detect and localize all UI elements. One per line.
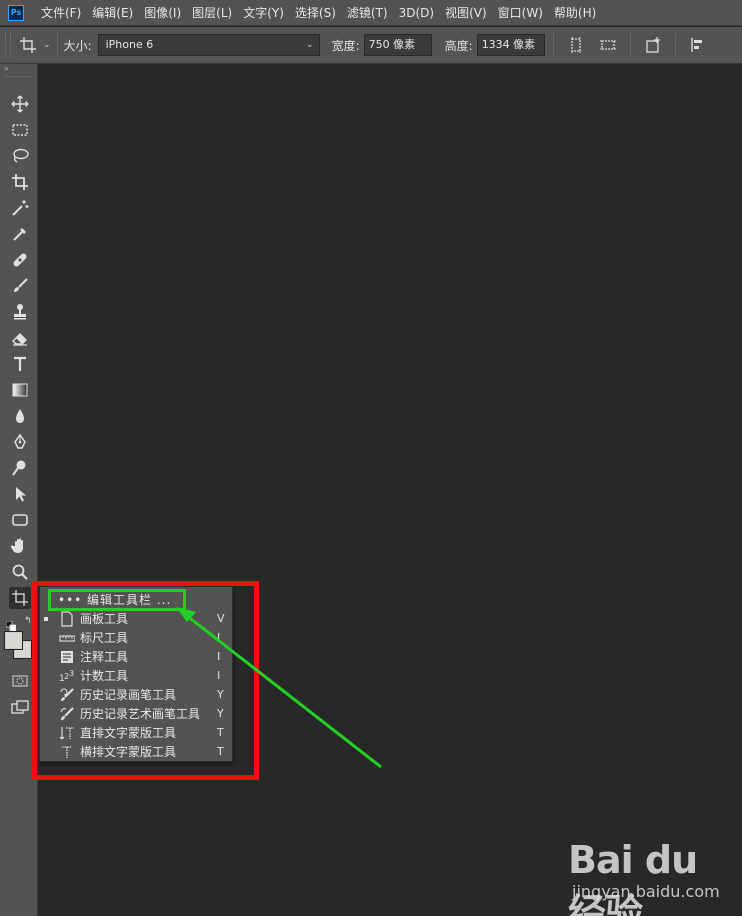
foreground-color-swatch[interactable]	[5, 632, 22, 649]
make-landscape-icon[interactable]	[599, 36, 617, 54]
height-field[interactable]: 1334 像素	[476, 34, 545, 56]
tools-panel-grip[interactable]	[5, 76, 32, 82]
menu-file[interactable]: 文件(F)	[41, 4, 81, 21]
move-tool-icon[interactable]	[9, 93, 31, 115]
add-artboard-icon[interactable]	[644, 36, 662, 54]
chevron-down-icon: ⌄	[43, 40, 51, 50]
collapse-panel-icon[interactable]: »	[0, 64, 37, 74]
width-field[interactable]: 750 像素	[363, 34, 432, 56]
gradient-tool-icon[interactable]	[9, 379, 31, 401]
make-portrait-icon[interactable]	[567, 36, 585, 54]
chevron-down-icon: ⌄	[306, 40, 314, 50]
height-label: 高度:	[444, 38, 473, 53]
width-label: 宽度:	[331, 38, 360, 53]
menu-select[interactable]: 选择(S)	[295, 4, 336, 21]
menu-view[interactable]: 视图(V)	[445, 4, 487, 21]
menu-type[interactable]: 文字(Y)	[243, 4, 284, 21]
default-colors-icon[interactable]	[5, 616, 17, 632]
menu-image[interactable]: 图像(I)	[144, 4, 181, 21]
menu-layer[interactable]: 图层(L)	[192, 4, 232, 21]
baidu-logo: Bai du 经验	[568, 838, 698, 916]
dodge-tool-icon[interactable]	[9, 457, 31, 479]
menu-bar: Ps 文件(F) 编辑(E) 图像(I) 图层(L) 文字(Y) 选择(S) 滤…	[0, 0, 742, 26]
pen-tool-icon[interactable]	[9, 431, 31, 453]
photoshop-window: Ps 文件(F) 编辑(E) 图像(I) 图层(L) 文字(Y) 选择(S) 滤…	[0, 0, 742, 916]
options-bar: ⌄ 大小: iPhone 6 ⌄ 宽度: 750 像素 高度: 1334 像素	[0, 27, 742, 64]
size-select[interactable]: iPhone 6 ⌄	[97, 34, 320, 56]
color-swatches: ↰	[4, 614, 34, 664]
eraser-tool-icon[interactable]	[9, 327, 31, 349]
rectangle-tool-icon[interactable]	[9, 509, 31, 531]
artboard-tool-icon[interactable]	[9, 587, 31, 609]
clone-stamp-tool-icon[interactable]	[9, 301, 31, 323]
eyedropper-tool-icon[interactable]	[9, 223, 31, 245]
tool-preset-picker[interactable]: ⌄	[19, 36, 51, 54]
annotation-green-box	[48, 589, 186, 611]
type-tool-icon[interactable]	[9, 353, 31, 375]
healing-brush-tool-icon[interactable]	[9, 249, 31, 271]
size-select-value: iPhone 6	[105, 38, 154, 51]
marquee-tool-icon[interactable]	[9, 119, 31, 141]
divider	[674, 33, 676, 57]
baidu-jingyan-watermark: Bai du 经验 jingyan.baidu.com	[562, 834, 737, 916]
lasso-tool-icon[interactable]	[9, 145, 31, 167]
zoom-tool-icon[interactable]	[9, 561, 31, 583]
swap-colors-icon[interactable]: ↰	[24, 616, 32, 626]
options-bar-grip[interactable]	[5, 32, 11, 58]
photoshop-logo-icon: Ps	[8, 4, 24, 21]
size-label: 大小:	[63, 38, 92, 53]
menu-edit[interactable]: 编辑(E)	[92, 4, 133, 21]
tools-panel: » ↰	[0, 64, 38, 916]
quick-mask-icon[interactable]	[9, 670, 31, 692]
crop-tool-icon[interactable]	[9, 171, 31, 193]
divider	[629, 33, 631, 57]
divider	[56, 33, 58, 57]
artboard-icon	[19, 36, 37, 54]
menu-3d[interactable]: 3D(D)	[399, 6, 434, 20]
blur-tool-icon[interactable]	[9, 405, 31, 427]
path-selection-tool-icon[interactable]	[9, 483, 31, 505]
menu-window[interactable]: 窗口(W)	[498, 4, 543, 21]
brush-tool-icon[interactable]	[9, 275, 31, 297]
menu-help[interactable]: 帮助(H)	[554, 4, 596, 21]
magic-wand-tool-icon[interactable]	[9, 197, 31, 219]
divider	[552, 33, 554, 57]
hand-tool-icon[interactable]	[9, 535, 31, 557]
menu-filter[interactable]: 滤镜(T)	[347, 4, 388, 21]
watermark-url: jingyan.baidu.com	[572, 882, 720, 901]
screen-mode-icon[interactable]	[9, 696, 31, 718]
align-left-icon[interactable]	[689, 36, 707, 54]
